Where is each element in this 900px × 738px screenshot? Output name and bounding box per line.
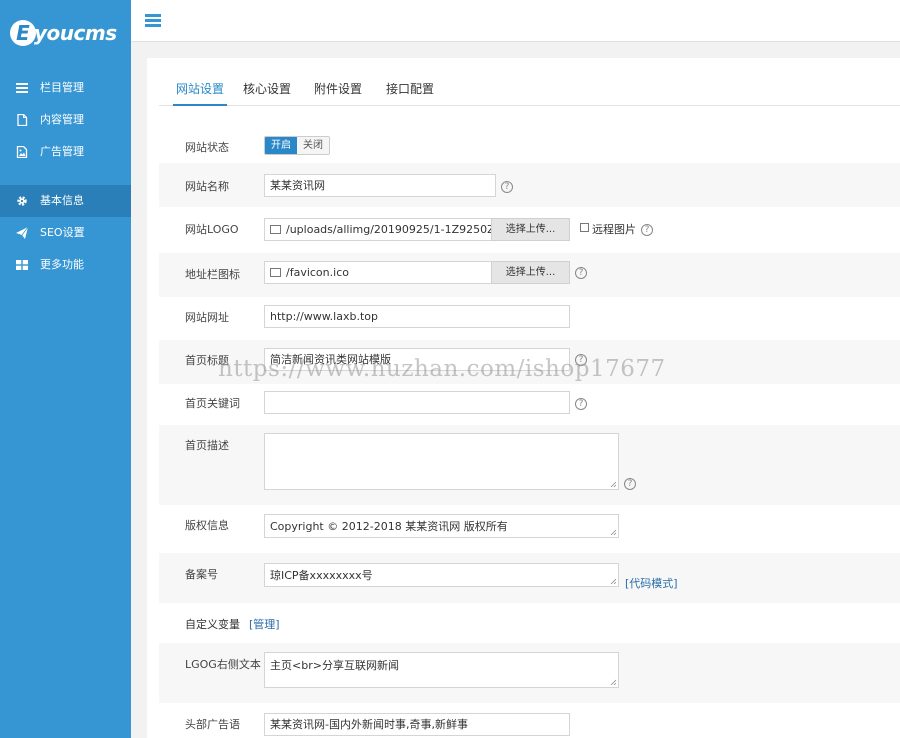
sidebar-item-label: 基本信息 [40,194,84,207]
remote-image-label: 远程图片 [592,223,636,236]
image-icon [16,146,28,158]
form-row-header-ad: 头部广告语 某某资讯网-国内外新闻时事,奇事,新鲜事 [159,703,900,738]
resize-handle-icon[interactable] [610,578,617,585]
help-icon[interactable]: ? [501,181,513,193]
home-description-label: 首页描述 [185,439,229,452]
help-icon[interactable]: ? [624,478,636,490]
icp-textarea[interactable]: 琼ICP备xxxxxxxx号 [264,563,619,587]
site-name-input[interactable]: 某某资讯网 [264,174,496,197]
copyright-value: Copyright © 2012-2018 某某资讯网 版权所有 [270,520,508,533]
help-icon[interactable]: ? [641,224,653,236]
sidebar-item-column-management[interactable]: 栏目管理 [0,72,131,104]
settings-tabs: 网站设置 核心设置 附件设置 接口配置 [159,78,900,106]
grid-icon [16,260,28,270]
form-row-icp: 备案号 琼ICP备xxxxxxxx号 [代码模式] [159,553,900,603]
logo-right-text-textarea[interactable]: 主页<br>分享互联网新闻 [264,652,619,688]
tab-api-config[interactable]: 接口配置 [386,80,434,106]
form-row-logo-right-text: LGOG右侧文本 主页<br>分享互联网新闻 [159,643,900,703]
sidebar-item-label: 栏目管理 [40,81,84,94]
paper-plane-icon [16,227,28,239]
header-ad-input[interactable]: 某某资讯网-国内外新闻时事,奇事,新鲜事 [264,713,570,736]
form-row-site-logo: 网站LOGO /uploads/allimg/20190925/1-1Z9250… [159,207,900,253]
sidebar-item-seo-settings[interactable]: SEO设置 [0,217,131,249]
site-status-on[interactable]: 开启 [265,137,297,154]
logo-letter: E [10,20,36,46]
form-row-site-name: 网站名称 某某资讯网 ? [159,163,900,207]
favicon-input[interactable]: /favicon.ico [264,261,492,284]
site-status-toggle[interactable]: 开启 关闭 [264,136,330,155]
sidebar-item-basic-info[interactable]: 基本信息 [0,185,131,217]
site-status-label: 网站状态 [185,141,229,154]
site-url-label: 网站网址 [185,311,229,324]
form-row-home-description: 首页描述 ? [159,425,900,505]
form-row-favicon: 地址栏图标 /favicon.ico 选择上传... ? [159,253,900,297]
logo-text: youcms [34,21,117,45]
form-row-site-status: 网站状态 开启 关闭 [159,122,900,160]
picture-icon [270,267,281,277]
home-keywords-label: 首页关键词 [185,397,240,410]
copyright-textarea[interactable]: Copyright © 2012-2018 某某资讯网 版权所有 [264,514,619,538]
sidebar-item-label: 内容管理 [40,113,84,126]
form-row-copyright: 版权信息 Copyright © 2012-2018 某某资讯网 版权所有 [159,505,900,553]
gear-icon [17,196,27,206]
site-logo-upload-button[interactable]: 选择上传... [491,218,570,241]
site-url-input[interactable]: http://www.laxb.top [264,305,570,328]
copyright-label: 版权信息 [185,519,229,532]
home-keywords-input[interactable] [264,391,570,414]
settings-panel: 网站设置 核心设置 附件设置 接口配置 网站状态 开启 关闭 网站名称 某某资讯… [147,58,900,738]
site-logo-path: /uploads/allimg/20190925/1-1Z9250Z54 [286,223,492,236]
site-logo-input[interactable]: /uploads/allimg/20190925/1-1Z9250Z54 [264,218,492,241]
sidebar-item-more-functions[interactable]: 更多功能 [0,249,131,281]
sidebar-item-content-management[interactable]: 内容管理 [0,104,131,136]
site-logo-label: 网站LOGO [185,223,239,236]
resize-handle-icon[interactable] [610,679,617,686]
code-mode-link[interactable]: [代码模式] [625,575,678,591]
icp-value: 琼ICP备xxxxxxxx号 [270,569,373,582]
hamburger-menu-icon[interactable] [145,14,161,28]
sidebar-nav: 栏目管理 内容管理 广告管理 基本信息 SEO设置 更多功能 [0,72,131,281]
logo-right-text-label: LGOG右侧文本 [185,658,261,671]
sidebar-item-label: 更多功能 [40,258,84,271]
resize-handle-icon[interactable] [610,481,617,488]
sidebar-divider [0,168,131,185]
help-icon[interactable]: ? [575,267,587,279]
favicon-path: /favicon.ico [286,266,349,279]
favicon-upload-button[interactable]: 选择上传... [491,261,570,284]
document-icon [17,114,28,126]
custom-vars-manage-link[interactable]: [管理] [249,616,280,632]
list-icon [16,83,28,93]
tab-core-settings[interactable]: 核心设置 [243,80,291,106]
sidebar-item-ad-management[interactable]: 广告管理 [0,136,131,168]
site-status-off[interactable]: 关闭 [297,137,329,154]
sidebar-item-label: SEO设置 [40,226,85,239]
custom-vars-label: 自定义变量 [185,618,240,631]
icp-label: 备案号 [185,568,218,581]
tab-attachment-settings[interactable]: 附件设置 [314,80,362,106]
top-bar [131,0,900,42]
favicon-label: 地址栏图标 [185,268,240,281]
form-row-site-url: 网站网址 http://www.laxb.top [159,297,900,340]
form-row-custom-vars: 自定义变量 [管理] [159,603,900,643]
sidebar-item-label: 广告管理 [40,145,84,158]
picture-icon [270,224,281,234]
eyoucms-logo[interactable]: E youcms [10,16,125,50]
site-name-label: 网站名称 [185,180,229,193]
tab-site-settings[interactable]: 网站设置 [173,80,228,106]
resize-handle-icon[interactable] [610,529,617,536]
logo-right-text-value: 主页<br>分享互联网新闻 [270,659,399,672]
sidebar: E youcms 栏目管理 内容管理 广告管理 基本信息 SEO设置 更多功能 [0,0,131,738]
form-row-home-keywords: 首页关键词 ? [159,384,900,425]
header-ad-label: 头部广告语 [185,718,240,731]
home-description-textarea[interactable] [264,433,619,490]
remote-image-checkbox[interactable] [580,223,589,232]
watermark-text: https://www.huzhan.com/ishop17677 [218,356,666,382]
help-icon[interactable]: ? [575,398,587,410]
